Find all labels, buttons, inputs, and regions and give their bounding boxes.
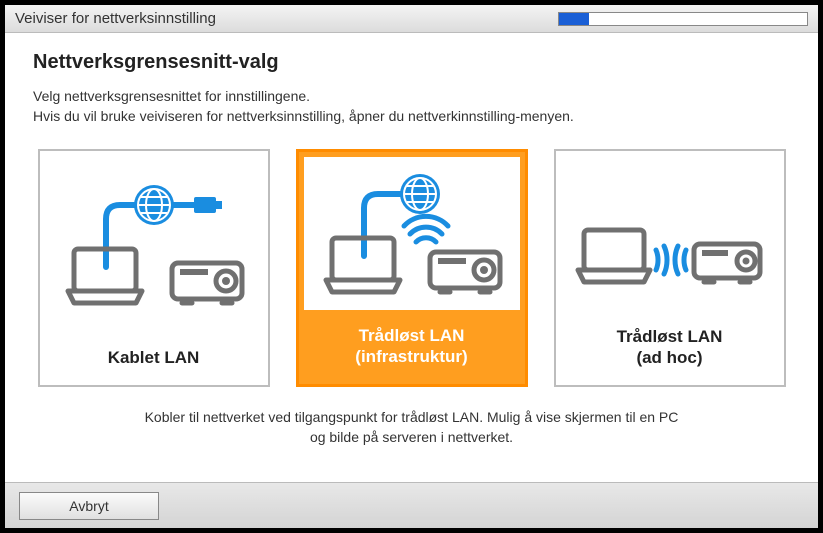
window-title: Veiviser for nettverksinnstilling (15, 10, 216, 27)
wireless-infra-illustration (304, 157, 520, 311)
description-line2: og bilde på serveren i nettverket. (73, 427, 750, 447)
content-area: Nettverksgrensesnitt-valg Velg nettverks… (5, 33, 818, 447)
wizard-window: Veiviser for nettverksinnstilling Nettve… (0, 0, 823, 533)
wired-lan-icon (54, 169, 254, 319)
subtext-line2: Hvis du vil bruke veiviseren for nettver… (33, 106, 790, 126)
option-label: Trådløst LAN (infrastruktur) (299, 315, 525, 384)
titlebar: Veiviser for nettverksinnstilling (5, 5, 818, 33)
wireless-infra-icon (312, 158, 512, 308)
description-line1: Kobler til nettverket ved tilgangspunkt … (73, 407, 750, 427)
wired-lan-illustration (46, 157, 262, 332)
wireless-adhoc-illustration (562, 157, 778, 311)
progress-bar (558, 12, 808, 26)
option-description: Kobler til nettverket ved tilgangspunkt … (33, 407, 790, 448)
progress-fill (559, 13, 589, 25)
cancel-button[interactable]: Avbryt (19, 492, 159, 520)
option-row: Kablet LAN (33, 149, 790, 387)
subtext-line1: Velg nettverksgrensesnittet for innstill… (33, 86, 790, 106)
page-subtext: Velg nettverksgrensesnittet for innstill… (33, 86, 790, 127)
option-wireless-infrastructure[interactable]: Trådløst LAN (infrastruktur) (296, 149, 528, 387)
option-wireless-adhoc[interactable]: Trådløst LAN (ad hoc) (554, 149, 786, 387)
option-wired-lan[interactable]: Kablet LAN (38, 149, 270, 387)
option-label: Trådløst LAN (ad hoc) (556, 316, 784, 385)
wireless-adhoc-icon (570, 158, 770, 308)
option-label: Kablet LAN (40, 337, 268, 384)
page-heading: Nettverksgrensesnitt-valg (33, 51, 790, 74)
footer: Avbryt (5, 482, 818, 528)
